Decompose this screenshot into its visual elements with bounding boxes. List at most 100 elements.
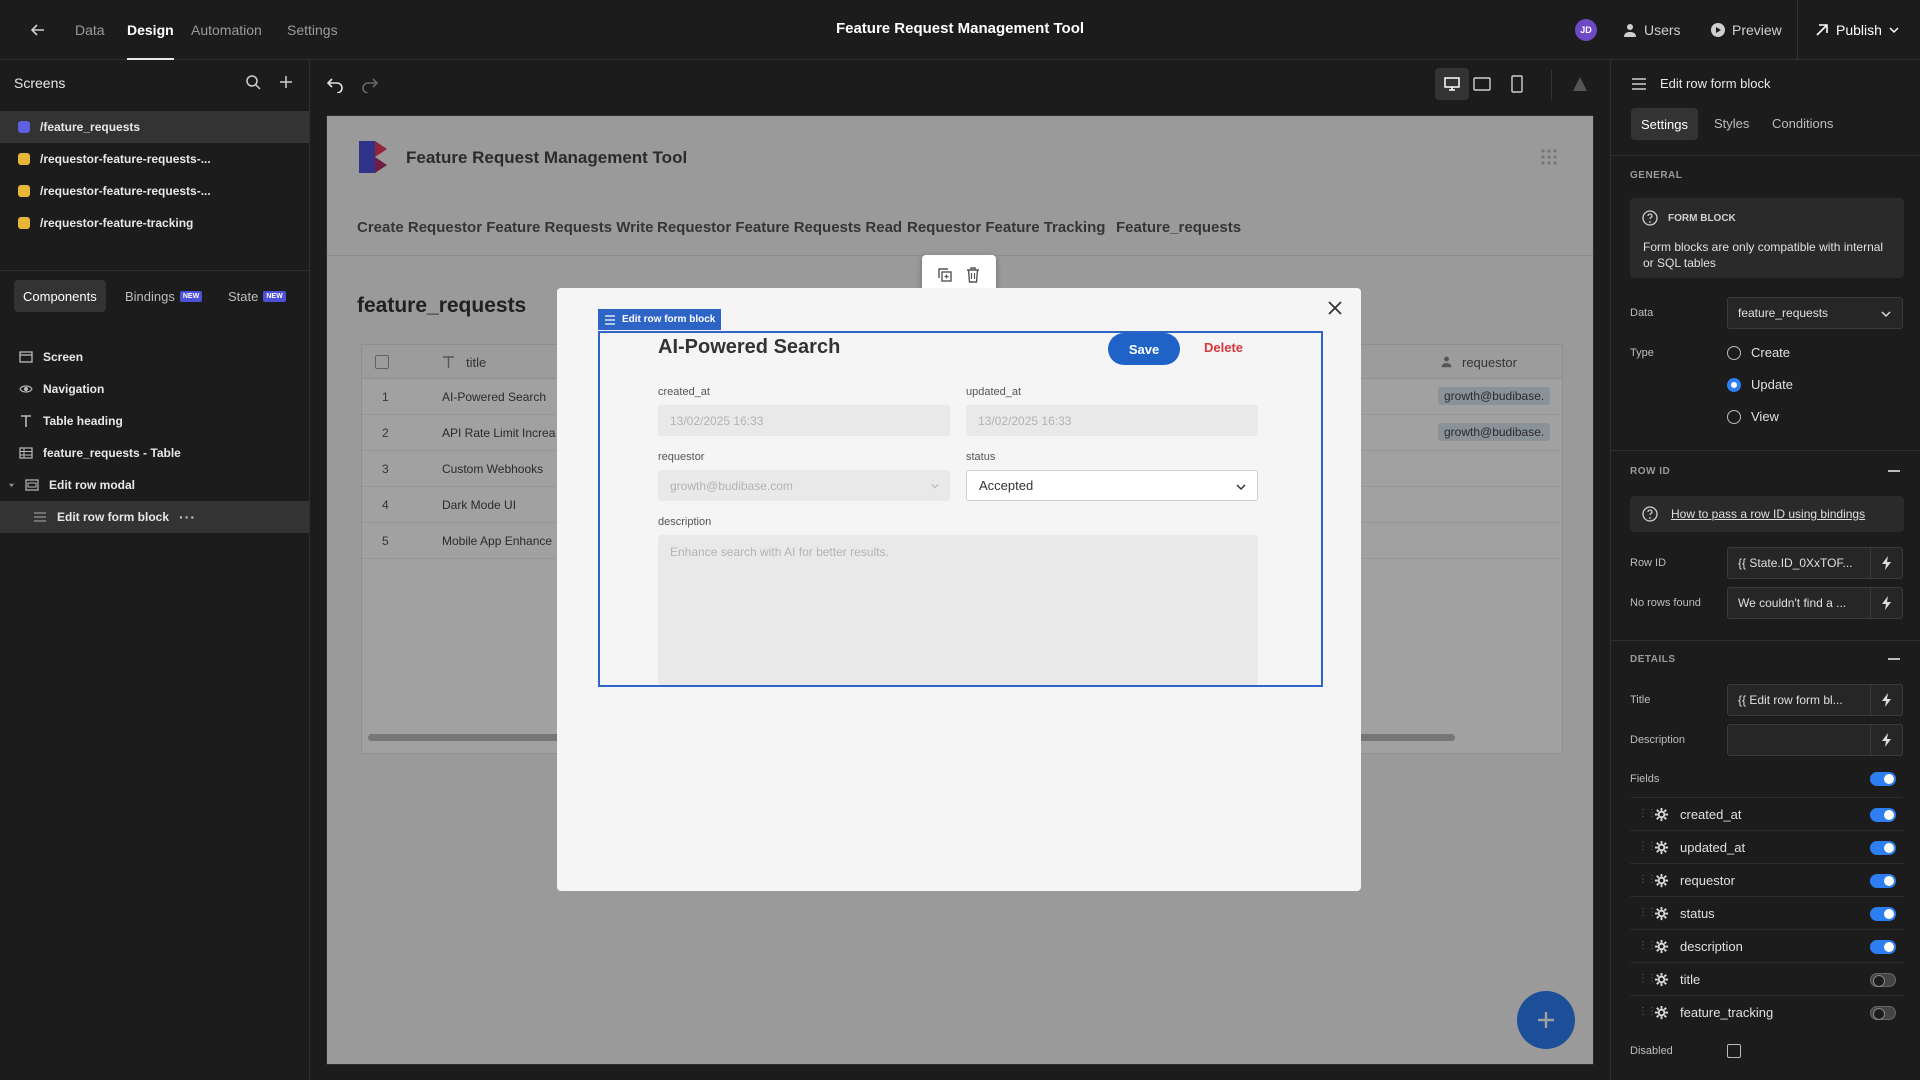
row-id-binding-button[interactable] <box>1871 547 1903 579</box>
help-icon <box>1642 210 1658 226</box>
screen-item-requestor-read[interactable]: /requestor-feature-requests-... <box>0 175 309 207</box>
field-visibility-toggle[interactable] <box>1870 841 1896 855</box>
gear-icon[interactable] <box>1654 807 1669 822</box>
tree-item-label: Edit row modal <box>49 478 136 492</box>
close-icon[interactable] <box>1328 301 1342 315</box>
tablet-icon[interactable] <box>1473 76 1491 92</box>
modal-icon <box>25 478 39 492</box>
tree-item-table-heading[interactable]: Table heading <box>0 405 309 437</box>
field-row-requestor[interactable]: ⋮⋮ requestor <box>1630 864 1904 897</box>
tab-styles[interactable]: Styles <box>1714 116 1749 131</box>
warning-icon[interactable] <box>1572 76 1588 92</box>
tree-item-label: Table heading <box>43 414 123 428</box>
more-icon[interactable]: ··· <box>179 509 196 525</box>
field-visibility-toggle[interactable] <box>1870 874 1896 888</box>
redo-icon[interactable] <box>361 75 379 93</box>
lightning-icon <box>1881 556 1893 570</box>
screen-item-requestor-write[interactable]: /requestor-feature-requests-... <box>0 143 309 175</box>
gear-icon[interactable] <box>1654 873 1669 888</box>
tab-bindings[interactable]: Bindings NEW <box>116 280 211 312</box>
no-rows-binding-button[interactable] <box>1871 587 1903 619</box>
tab-state[interactable]: State NEW <box>219 280 295 312</box>
tab-conditions[interactable]: Conditions <box>1772 116 1833 131</box>
fields-master-toggle[interactable] <box>1870 772 1896 786</box>
row-id-help-link[interactable]: How to pass a row ID using bindings <box>1671 507 1865 521</box>
tree-item-edit-row-form-block[interactable]: Edit row form block ··· <box>0 501 309 533</box>
section-row-id: ROW ID <box>1630 466 1671 477</box>
requestor-field[interactable]: growth@budibase.com <box>658 470 950 501</box>
duplicate-icon[interactable] <box>937 267 953 283</box>
disabled-checkbox[interactable] <box>1727 1044 1741 1058</box>
screen-item-feature-requests[interactable]: /feature_requests <box>0 111 309 143</box>
updated-at-label: updated_at <box>966 386 1022 398</box>
edit-row-form-block[interactable]: AI-Powered Search Save Delete created_at… <box>598 331 1323 687</box>
form-icon <box>604 314 616 326</box>
field-row-created-at[interactable]: ⋮⋮ created_at <box>1630 798 1904 831</box>
title-binding-button[interactable] <box>1871 684 1903 716</box>
avatar[interactable]: JD <box>1575 19 1597 41</box>
collapse-icon[interactable] <box>1888 470 1900 472</box>
preview-button[interactable]: Preview <box>1710 18 1782 42</box>
screen-item-label: /requestor-feature-requests-... <box>40 152 211 166</box>
trash-icon[interactable] <box>966 267 980 283</box>
tree-item-table[interactable]: feature_requests - Table <box>0 437 309 469</box>
data-select[interactable]: feature_requests <box>1727 297 1903 329</box>
gear-icon[interactable] <box>1654 1005 1669 1020</box>
no-rows-input[interactable]: We couldn't find a ... <box>1727 587 1871 619</box>
tab-components-label: Components <box>23 288 97 304</box>
field-visibility-toggle[interactable] <box>1870 973 1896 987</box>
field-row-title[interactable]: ⋮⋮ title <box>1630 963 1904 996</box>
divider <box>0 270 309 271</box>
publish-button[interactable]: Publish <box>1814 18 1900 42</box>
field-visibility-toggle[interactable] <box>1870 1006 1896 1020</box>
status-select[interactable]: Accepted <box>966 470 1258 501</box>
field-row-description[interactable]: ⋮⋮ description <box>1630 930 1904 963</box>
radio-button <box>1727 409 1741 424</box>
field-visibility-toggle[interactable] <box>1870 808 1896 822</box>
field-row-feature-tracking[interactable]: ⋮⋮ feature_tracking <box>1630 996 1904 1029</box>
tree-item-navigation[interactable]: Navigation <box>0 373 309 405</box>
text-icon <box>19 414 33 428</box>
undo-icon[interactable] <box>326 75 344 93</box>
field-visibility-toggle[interactable] <box>1870 940 1896 954</box>
description-field[interactable]: Enhance search with AI for better result… <box>658 535 1258 685</box>
screen-item-requestor-tracking[interactable]: /requestor-feature-tracking <box>0 207 309 239</box>
collapse-icon[interactable] <box>1888 658 1900 660</box>
title-input[interactable]: {{ Edit row form bl... <box>1727 684 1871 716</box>
save-button[interactable]: Save <box>1108 333 1180 365</box>
mobile-icon[interactable] <box>1511 75 1523 93</box>
type-option-create[interactable]: Create <box>1727 345 1790 360</box>
type-option-view[interactable]: View <box>1727 409 1779 424</box>
play-icon <box>1710 22 1726 38</box>
row-id-help-box: How to pass a row ID using bindings <box>1630 496 1904 532</box>
gear-icon[interactable] <box>1654 906 1669 921</box>
user-icon <box>1622 22 1638 38</box>
search-icon[interactable] <box>245 74 261 90</box>
desktop-view-button[interactable] <box>1435 68 1469 100</box>
gear-icon[interactable] <box>1654 972 1669 987</box>
delete-button[interactable]: Delete <box>1204 340 1243 355</box>
description-input[interactable] <box>1727 724 1871 756</box>
table-icon <box>19 446 33 460</box>
field-row-updated-at[interactable]: ⋮⋮ updated_at <box>1630 831 1904 864</box>
screens-heading: Screens <box>14 75 66 91</box>
form-block-selection-tag[interactable]: Edit row form block <box>598 309 722 330</box>
add-screen-icon[interactable] <box>278 74 294 90</box>
description-binding-button[interactable] <box>1871 724 1903 756</box>
tree-item-edit-row-modal[interactable]: Edit row modal <box>0 469 309 501</box>
created-at-field[interactable]: 13/02/2025 16:33 <box>658 405 950 436</box>
gear-icon[interactable] <box>1654 939 1669 954</box>
tab-components[interactable]: Components <box>14 280 106 312</box>
field-visibility-toggle[interactable] <box>1870 907 1896 921</box>
chevron-down-icon <box>930 481 940 491</box>
chevron-down-icon <box>1888 24 1900 36</box>
users-button[interactable]: Users <box>1622 18 1681 42</box>
tab-settings[interactable]: Settings <box>1631 108 1698 140</box>
gear-icon[interactable] <box>1654 840 1669 855</box>
row-id-input[interactable]: {{ State.ID_0XxTOF... <box>1727 547 1871 579</box>
type-option-update[interactable]: Update <box>1727 377 1793 392</box>
tree-item-screen[interactable]: Screen <box>0 341 309 373</box>
updated-at-field[interactable]: 13/02/2025 16:33 <box>966 405 1258 436</box>
users-label: Users <box>1644 22 1681 38</box>
field-row-status[interactable]: ⋮⋮ status <box>1630 897 1904 930</box>
